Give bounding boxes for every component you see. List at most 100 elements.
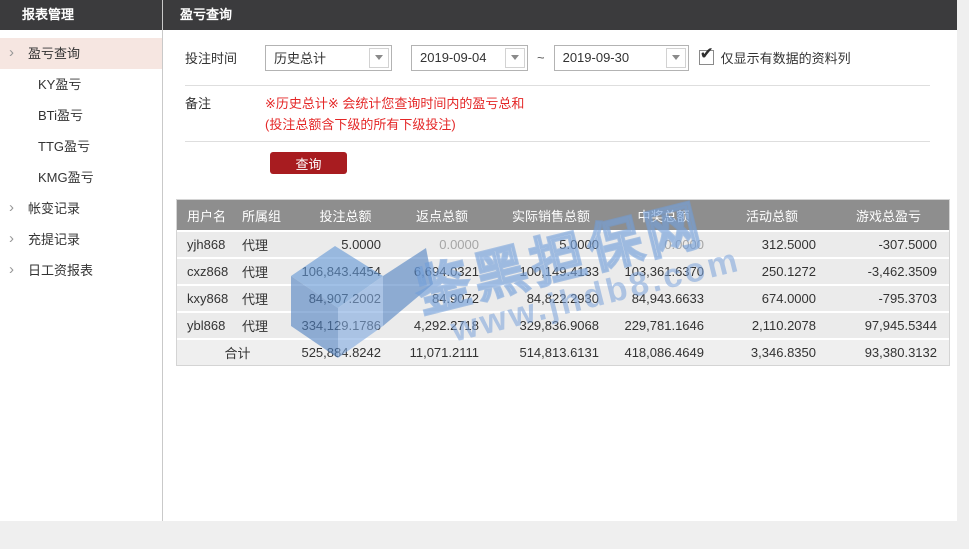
table-cell: 代理 bbox=[236, 316, 298, 335]
table-header-row: 用户名所属组投注总额返点总额实际销售总额中奖总额活动总额游戏总盈亏 bbox=[177, 200, 949, 230]
total-cell: 11,071.2111 bbox=[393, 345, 491, 360]
table-cell: 97,945.5344 bbox=[828, 318, 949, 333]
column-header: 实际销售总额 bbox=[491, 206, 611, 225]
chevron-right-icon: › bbox=[9, 254, 14, 285]
table-cell: 0.0000 bbox=[611, 237, 716, 252]
sidebar-item-bti-profit[interactable]: BTi盈亏 bbox=[0, 100, 162, 131]
dropdown-arrow-icon bbox=[666, 48, 686, 68]
remark-line-1: ※历史总计※ 会统计您查询时间内的盈亏总和 bbox=[265, 93, 524, 114]
table-row: kxy868代理84,907.200284.907284,822.293084,… bbox=[177, 284, 949, 311]
sidebar-item-label: KY盈亏 bbox=[38, 77, 81, 92]
date-to-select[interactable]: 2019-09-30 bbox=[554, 45, 689, 71]
column-header: 所属组 bbox=[236, 206, 298, 225]
chevron-right-icon: › bbox=[9, 37, 14, 68]
table-cell: 100,149.4133 bbox=[491, 264, 611, 279]
chevron-right-icon: › bbox=[9, 192, 14, 223]
column-header: 活动总额 bbox=[716, 206, 828, 225]
table-cell: cxz868 bbox=[177, 264, 236, 279]
profit-table: 用户名所属组投注总额返点总额实际销售总额中奖总额活动总额游戏总盈亏 yjh868… bbox=[176, 199, 950, 366]
total-cell: 3,346.8350 bbox=[716, 345, 828, 360]
table-cell: 329,836.9068 bbox=[491, 318, 611, 333]
table-cell: 代理 bbox=[236, 235, 298, 254]
table-cell: yjh868 bbox=[177, 237, 236, 252]
dropdown-arrow-icon bbox=[505, 48, 525, 68]
remark-text: ※历史总计※ 会统计您查询时间内的盈亏总和 (投注总额含下级的所有下级投注) bbox=[265, 93, 524, 135]
sidebar: 报表管理 ›盈亏查询KY盈亏BTi盈亏TTG盈亏KMG盈亏›帐变记录›充提记录›… bbox=[0, 0, 163, 521]
chevron-right-icon: › bbox=[9, 223, 14, 254]
main-panel: 盈亏查询 投注时间 历史总计 2019-09-04 ~ 2019-09-30 ✔… bbox=[163, 0, 957, 521]
remark-line-2: (投注总额含下级的所有下级投注) bbox=[265, 114, 524, 135]
table-cell: 84,907.2002 bbox=[298, 291, 393, 306]
table-cell: 代理 bbox=[236, 262, 298, 281]
table-cell: -307.5000 bbox=[828, 237, 949, 252]
checkbox-label: 仅显示有数据的资料列 bbox=[721, 48, 851, 67]
table-cell: 250.1272 bbox=[716, 264, 828, 279]
sidebar-item-ttg-profit[interactable]: TTG盈亏 bbox=[0, 131, 162, 162]
sidebar-item-label: 日工资报表 bbox=[28, 263, 93, 278]
sidebar-item-account-change[interactable]: › 帐变记录 bbox=[0, 193, 162, 224]
table-cell: 5.0000 bbox=[298, 237, 393, 252]
sidebar-item-ky-profit[interactable]: KY盈亏 bbox=[0, 69, 162, 100]
sidebar-menu: › 盈亏查询 KY盈亏 BTi盈亏 TTG盈亏 KMG盈亏 › 帐变记录 › 充提记录 › 日工资报表 bbox=[0, 38, 162, 286]
total-cell: 418,086.4649 bbox=[611, 345, 716, 360]
checkmark-icon: ✔ bbox=[700, 44, 714, 64]
table-cell: 84.9072 bbox=[393, 291, 491, 306]
column-header: 中奖总额 bbox=[611, 206, 716, 225]
total-label: 合计 bbox=[177, 343, 298, 362]
table-cell: 5.0000 bbox=[491, 237, 611, 252]
table-cell: -795.3703 bbox=[828, 291, 949, 306]
total-cell: 514,813.6131 bbox=[491, 345, 611, 360]
table-cell: 103,361.6370 bbox=[611, 264, 716, 279]
date-range-separator: ~ bbox=[537, 50, 545, 65]
table-cell: 312.5000 bbox=[716, 237, 828, 252]
date-from-value: 2019-09-04 bbox=[412, 50, 503, 65]
table-cell: 229,781.1646 bbox=[611, 318, 716, 333]
table-row: ybl868代理334,129.17864,292.2718329,836.90… bbox=[177, 311, 949, 338]
table-cell: 4,292.2718 bbox=[393, 318, 491, 333]
sidebar-item-deposit-withdraw[interactable]: › 充提记录 bbox=[0, 224, 162, 255]
sidebar-item-kmg-profit[interactable]: KMG盈亏 bbox=[0, 162, 162, 193]
has-data-only-checkbox[interactable]: ✔ 仅显示有数据的资料列 bbox=[699, 48, 851, 67]
bet-time-label: 投注时间 bbox=[185, 48, 265, 67]
total-cell: 525,884.8242 bbox=[298, 345, 393, 360]
table-cell: 106,843.4454 bbox=[298, 264, 393, 279]
range-type-value: 历史总计 bbox=[266, 48, 367, 67]
column-header: 用户名 bbox=[177, 206, 236, 225]
table-cell: 674.0000 bbox=[716, 291, 828, 306]
sidebar-item-label: 充提记录 bbox=[28, 232, 80, 247]
table-cell: 84,822.2930 bbox=[491, 291, 611, 306]
table-cell: kxy868 bbox=[177, 291, 236, 306]
table-cell: 6,694.0321 bbox=[393, 264, 491, 279]
date-to-value: 2019-09-30 bbox=[555, 50, 664, 65]
dropdown-arrow-icon bbox=[369, 48, 389, 68]
sidebar-item-label: KMG盈亏 bbox=[38, 170, 94, 185]
table-row: cxz868代理106,843.44546,694.0321100,149.41… bbox=[177, 257, 949, 284]
range-type-select[interactable]: 历史总计 bbox=[265, 45, 392, 71]
table-total-row: 合计525,884.824211,071.2111514,813.6131418… bbox=[177, 338, 949, 365]
date-from-select[interactable]: 2019-09-04 bbox=[411, 45, 528, 71]
sidebar-item-label: TTG盈亏 bbox=[38, 139, 90, 154]
sidebar-item-label: BTi盈亏 bbox=[38, 108, 83, 123]
column-header: 游戏总盈亏 bbox=[828, 206, 949, 225]
table-cell: 84,943.6633 bbox=[611, 291, 716, 306]
column-header: 返点总额 bbox=[393, 206, 491, 225]
table-cell: 代理 bbox=[236, 289, 298, 308]
query-button[interactable]: 查询 bbox=[270, 152, 347, 174]
page-title: 盈亏查询 bbox=[163, 0, 957, 30]
table-cell: ybl868 bbox=[177, 318, 236, 333]
table-cell: 0.0000 bbox=[393, 237, 491, 252]
sidebar-item-profit-query[interactable]: › 盈亏查询 bbox=[0, 38, 162, 69]
sidebar-item-label: 帐变记录 bbox=[28, 201, 80, 216]
checkbox-box: ✔ bbox=[699, 50, 714, 65]
column-header: 投注总额 bbox=[298, 206, 393, 225]
table-row: yjh868代理5.00000.00005.00000.0000312.5000… bbox=[177, 230, 949, 257]
table-cell: 334,129.1786 bbox=[298, 318, 393, 333]
table-cell: 2,110.2078 bbox=[716, 318, 828, 333]
sidebar-item-daily-wage-report[interactable]: › 日工资报表 bbox=[0, 255, 162, 286]
filter-row: 投注时间 历史总计 2019-09-04 ~ 2019-09-30 ✔ 仅显示有… bbox=[185, 30, 930, 86]
sidebar-title: 报表管理 bbox=[0, 0, 162, 30]
table-cell: -3,462.3509 bbox=[828, 264, 949, 279]
table-body: yjh868代理5.00000.00005.00000.0000312.5000… bbox=[177, 230, 949, 338]
remark-section: 备注 ※历史总计※ 会统计您查询时间内的盈亏总和 (投注总额含下级的所有下级投注… bbox=[185, 86, 930, 142]
sidebar-item-label: 盈亏查询 bbox=[28, 46, 80, 61]
